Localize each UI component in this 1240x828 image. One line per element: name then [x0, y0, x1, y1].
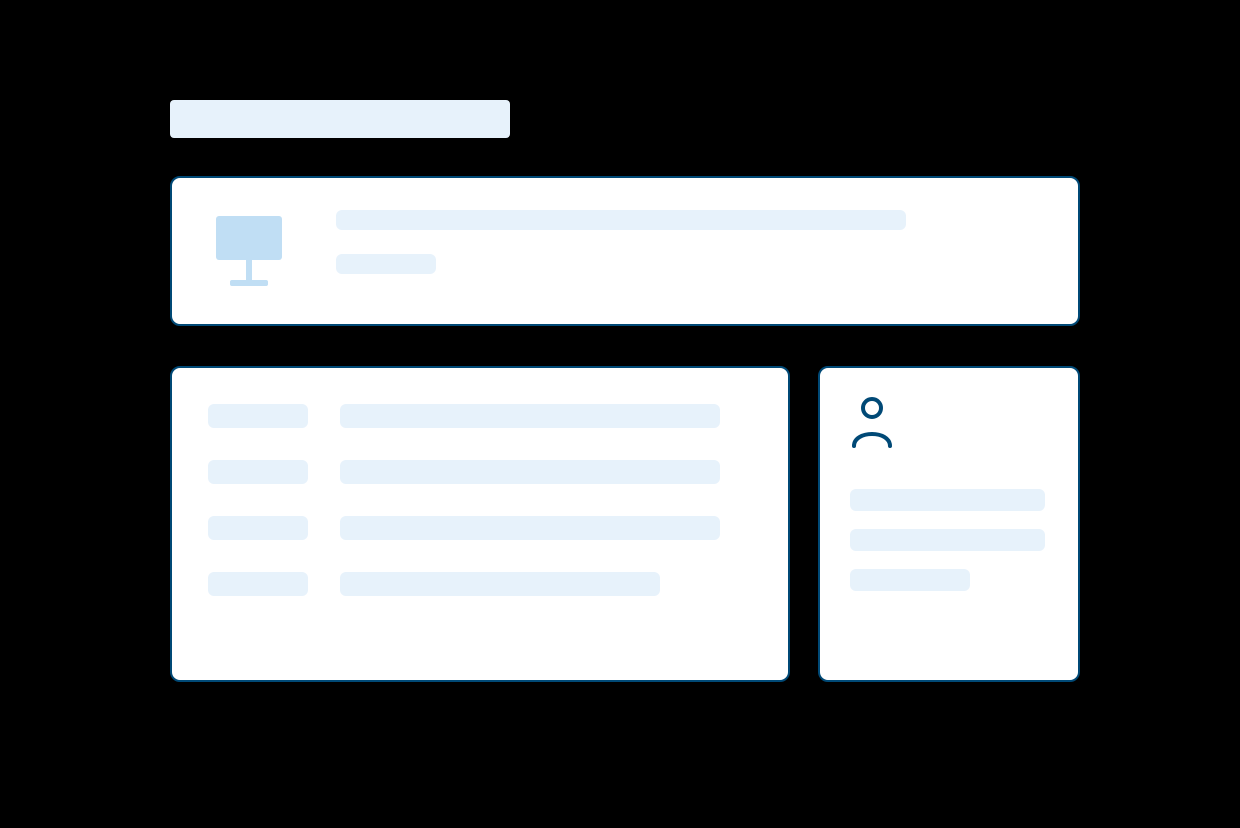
user-line — [850, 529, 1045, 551]
details-label — [208, 404, 308, 428]
details-row — [208, 572, 752, 596]
user-card[interactable] — [818, 366, 1080, 682]
user-line — [850, 569, 970, 591]
user-line — [850, 489, 1045, 511]
details-card[interactable] — [170, 366, 790, 682]
details-row — [208, 460, 752, 484]
monitor-icon — [210, 212, 288, 295]
details-row — [208, 404, 752, 428]
page-title — [170, 100, 510, 138]
details-label — [208, 572, 308, 596]
header-text — [336, 210, 1040, 274]
lower-row — [170, 366, 1080, 682]
header-card[interactable] — [170, 176, 1080, 326]
header-line-2 — [336, 254, 436, 274]
person-icon — [850, 396, 1048, 453]
details-label — [208, 516, 308, 540]
user-lines — [850, 489, 1048, 591]
header-line-1 — [336, 210, 906, 230]
details-row — [208, 516, 752, 540]
details-value — [340, 572, 660, 596]
details-label — [208, 460, 308, 484]
page-container — [170, 100, 1080, 682]
details-value — [340, 460, 720, 484]
details-value — [340, 516, 720, 540]
details-value — [340, 404, 720, 428]
